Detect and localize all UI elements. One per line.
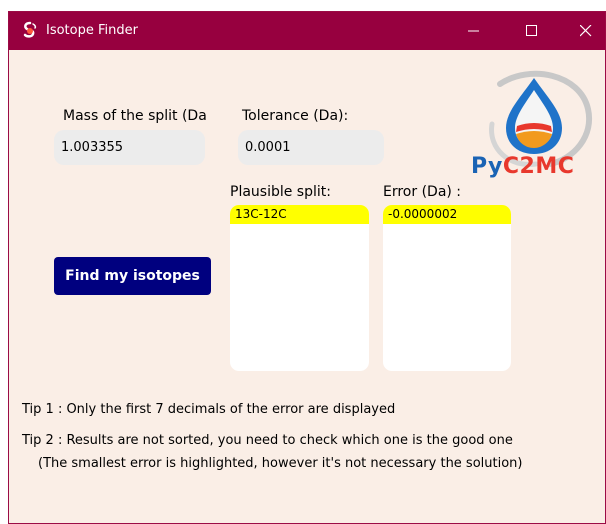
mass-input[interactable] (54, 130, 205, 165)
pyc2mc-logo-text: PyC2MC (471, 154, 574, 180)
logo-c2mc-text: C2MC (502, 154, 575, 179)
list-item[interactable]: 13C-12C (230, 205, 369, 224)
app-logo-icon (20, 21, 40, 41)
find-isotopes-button[interactable]: Find my isotopes (54, 257, 211, 295)
minimize-icon (468, 30, 479, 32)
close-icon (580, 25, 592, 37)
mass-label: Mass of the split (Da (63, 108, 207, 124)
tip-1: Tip 1 : Only the first 7 decimals of the… (22, 402, 396, 417)
window-title: Isotope Finder (46, 23, 138, 38)
tolerance-input[interactable] (238, 130, 384, 165)
logo-py-text: Py (471, 154, 503, 179)
tolerance-label: Tolerance (Da): (242, 108, 349, 124)
tip-2: Tip 2 : Results are not sorted, you need… (22, 433, 513, 448)
tip-2-note: (The smallest error is highlighted, howe… (38, 456, 523, 471)
close-button[interactable] (563, 12, 606, 50)
isotope-finder-window: Isotope Finder Mass of the split (Da Tol… (8, 11, 606, 524)
split-label: Plausible split: (230, 184, 331, 200)
minimize-button[interactable] (451, 12, 497, 50)
title-bar[interactable]: Isotope Finder (9, 12, 605, 50)
maximize-button[interactable] (509, 12, 555, 50)
maximize-icon (526, 25, 537, 36)
list-item[interactable]: -0.0000002 (383, 205, 511, 224)
error-listbox[interactable]: -0.0000002 (383, 205, 511, 371)
error-label: Error (Da) : (383, 184, 462, 200)
split-listbox[interactable]: 13C-12C (230, 205, 369, 371)
